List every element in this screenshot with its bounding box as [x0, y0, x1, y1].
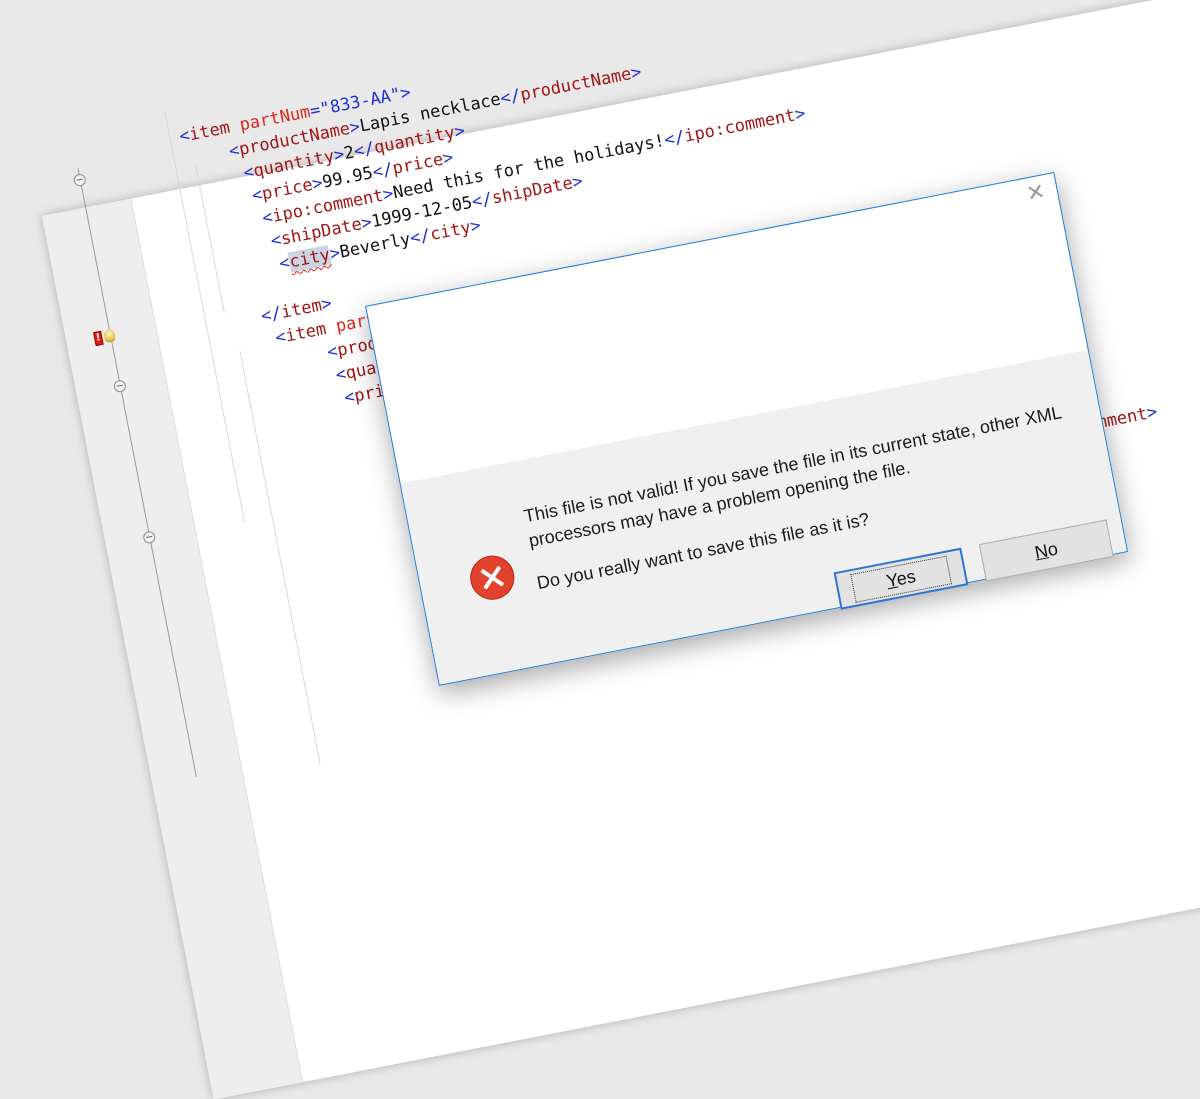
code-token: city — [428, 217, 473, 246]
code-line[interactable] — [282, 277, 286, 299]
code-line[interactable] — [347, 411, 351, 433]
fold-marker-icon[interactable] — [72, 173, 87, 188]
code-line[interactable] — [365, 506, 369, 528]
code-line[interactable] — [351, 435, 355, 457]
close-icon[interactable]: ✕ — [1023, 179, 1049, 207]
code-token: productName — [518, 64, 634, 106]
lightbulb-icon[interactable] — [102, 328, 117, 344]
code-line[interactable] — [361, 482, 365, 504]
fold-marker-icon[interactable] — [112, 379, 127, 394]
code-token: > — [398, 82, 413, 105]
selected-city-token: city — [287, 244, 332, 273]
fold-marker-icon[interactable] — [142, 530, 157, 545]
validation-error-icon[interactable]: ! — [93, 330, 104, 347]
indent-guide — [239, 350, 321, 764]
code-token: > — [570, 171, 585, 193]
no-button-label: No — [1032, 537, 1060, 563]
scene: ! <item partNum="833-AA"> <productName>La… — [0, 0, 1200, 1099]
editor-gutter: ! — [41, 168, 303, 1099]
code-line[interactable] — [370, 529, 374, 551]
fold-line — [77, 168, 197, 777]
code-token: > — [629, 62, 644, 84]
code-token: > — [319, 293, 334, 316]
code-line[interactable] — [356, 458, 360, 480]
code-token: ipo:comment — [682, 105, 798, 147]
